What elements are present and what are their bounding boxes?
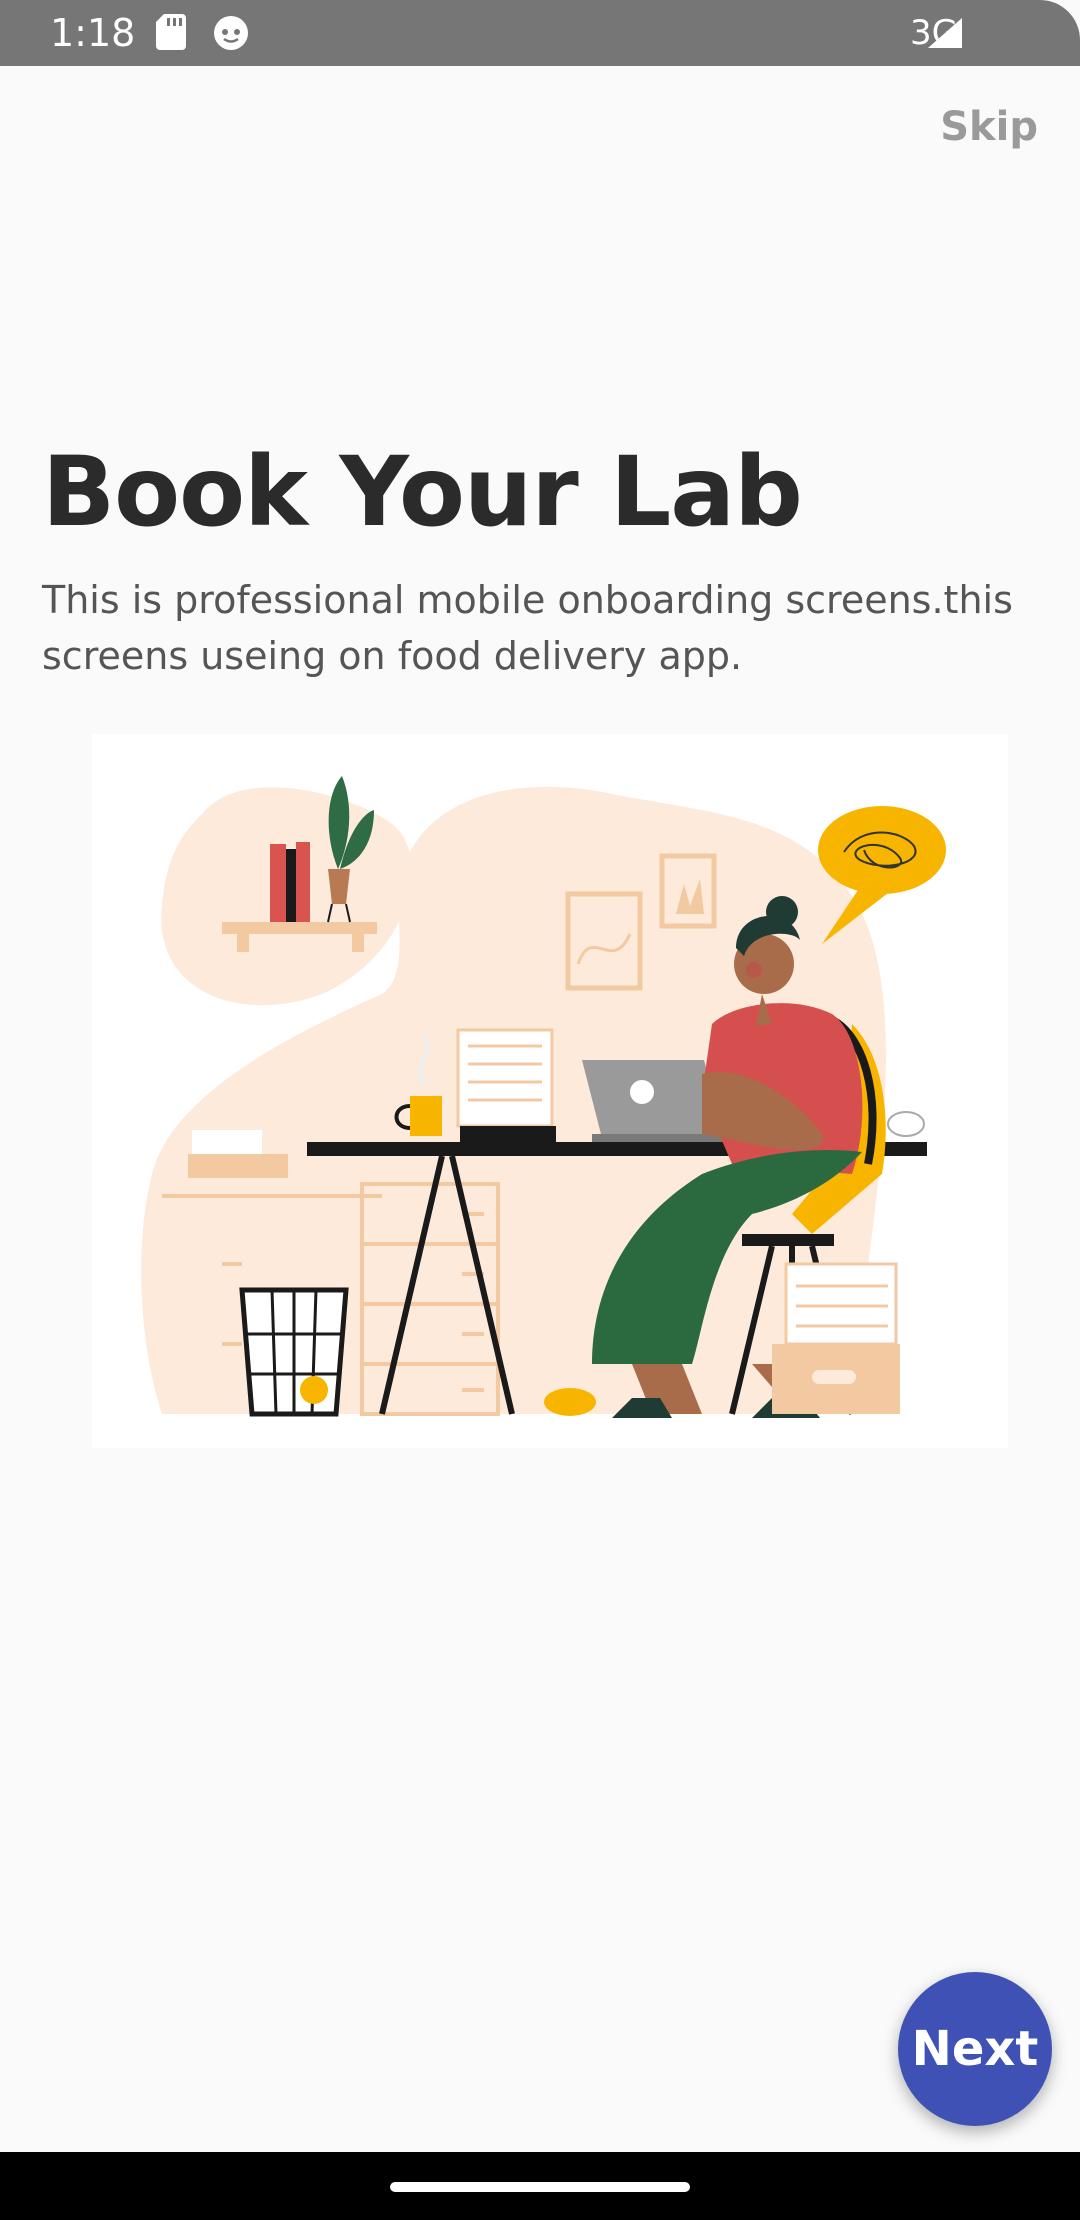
next-button-label: Next [911, 2021, 1039, 2077]
woman-at-desk-illustration [141, 776, 946, 1418]
notification-icon [214, 16, 248, 50]
status-time: 1:18 [50, 11, 136, 55]
signal-icon [928, 18, 962, 48]
sd-card-icon [156, 14, 186, 50]
page-description: This is professional mobile onboarding s… [42, 578, 1013, 678]
page-title: Book Your Lab [42, 436, 803, 548]
home-gesture-handle[interactable] [390, 2182, 690, 2192]
skip-button[interactable]: Skip [940, 104, 1038, 150]
status-bar: 1:18 3G [0, 0, 1080, 66]
next-button[interactable]: Next [898, 1972, 1052, 2126]
onboarding-illustration [92, 734, 1008, 1448]
